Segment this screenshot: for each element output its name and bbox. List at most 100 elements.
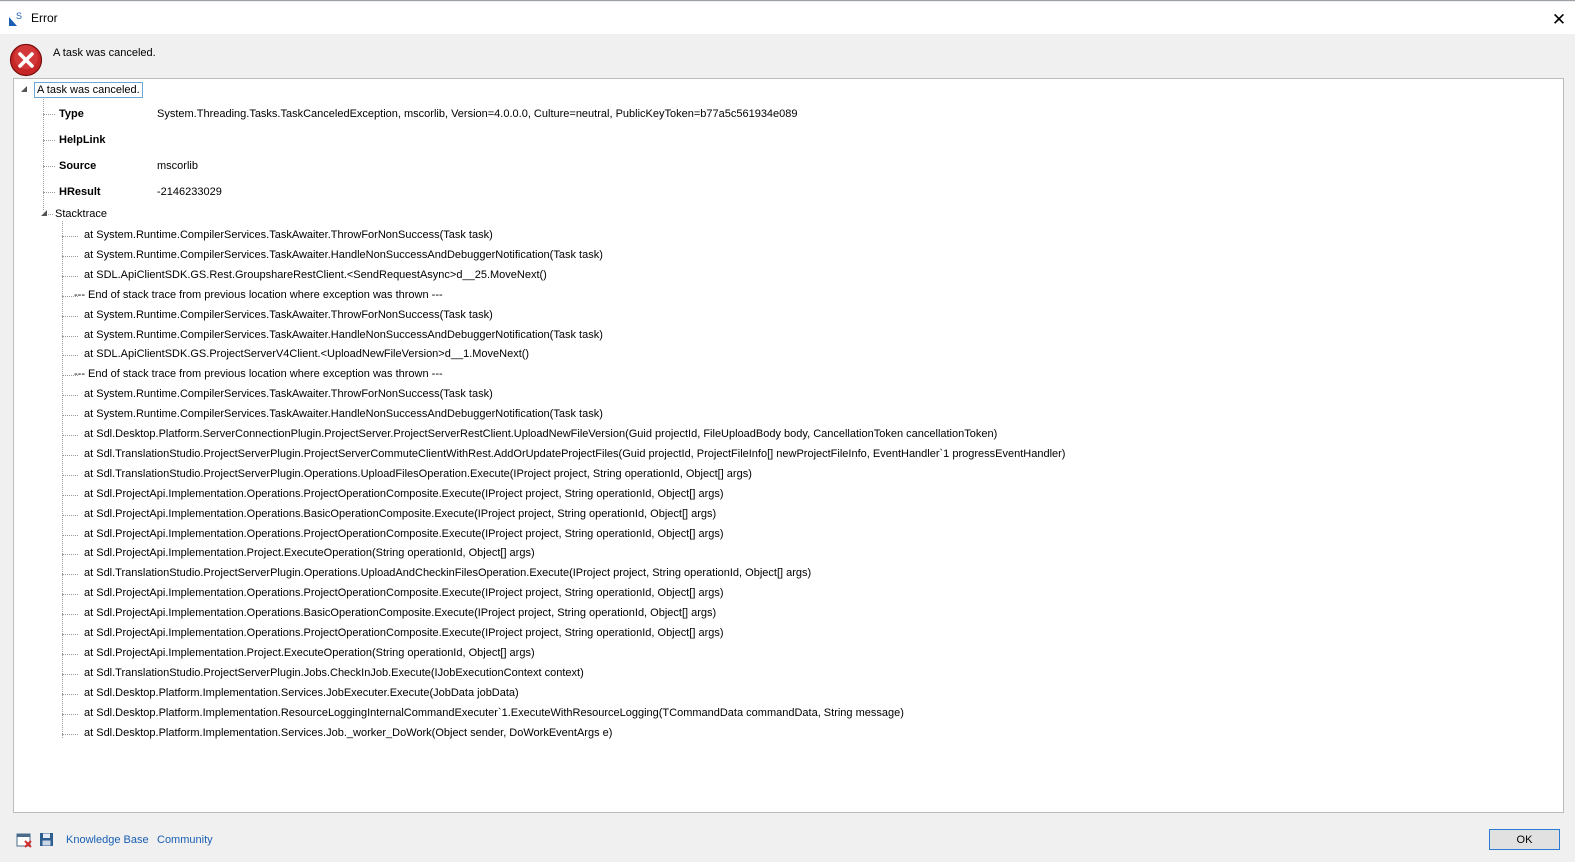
tree-connector <box>62 713 78 715</box>
stacktrace-line-text: at Sdl.Desktop.Platform.Implementation.S… <box>84 726 613 739</box>
stacktrace-line-text: at SDL.ApiClientSDK.GS.Rest.GroupshareRe… <box>84 268 547 281</box>
tree-connector <box>62 255 78 257</box>
stacktrace-line[interactable]: at Sdl.TranslationStudio.ProjectServerPl… <box>14 465 1514 485</box>
stacktrace-line-text: at System.Runtime.CompilerServices.TaskA… <box>84 328 603 341</box>
stacktrace-line-text: at Sdl.ProjectApi.Implementation.Operati… <box>84 627 724 639</box>
stacktrace-line-text: at Sdl.ProjectApi.Implementation.Operati… <box>84 587 724 600</box>
property-name-helplink: HelpLink <box>59 134 106 146</box>
stacktrace-line[interactable]: at Sdl.ProjectApi.Implementation.Operati… <box>14 584 1514 604</box>
property-name-hresult: HResult <box>59 186 101 198</box>
tree-connector <box>62 614 78 616</box>
property-name-source: Source <box>59 160 97 172</box>
tree-connector <box>62 435 78 436</box>
stacktrace-line-text: at Sdl.TranslationStudio.ProjectServerPl… <box>84 567 812 580</box>
save-icon[interactable] <box>39 832 54 847</box>
stacktrace-line[interactable]: at SDL.ApiClientSDK.GS.Rest.GroupshareRe… <box>14 266 1514 286</box>
tree-connector <box>43 99 44 210</box>
window-title: Error <box>31 11 58 25</box>
stacktrace-line-text: --- End of stack trace from previous loc… <box>74 288 443 301</box>
stacktrace-line[interactable]: at Sdl.ProjectApi.Implementation.Operati… <box>14 525 1514 545</box>
stacktrace-line-text: at Sdl.ProjectApi.Implementation.Operati… <box>84 607 717 620</box>
stacktrace-line-text: --- End of stack trace from previous loc… <box>74 368 443 381</box>
stacktrace-line[interactable]: at Sdl.ProjectApi.Implementation.Project… <box>14 544 1514 564</box>
stacktrace-line[interactable]: at Sdl.Desktop.Platform.Implementation.S… <box>14 724 1514 744</box>
stacktrace-line[interactable]: at System.Runtime.CompilerServices.TaskA… <box>14 226 1514 246</box>
tree-connector <box>62 733 78 735</box>
property-value-type: System.Threading.Tasks.TaskCanceledExcep… <box>157 108 798 120</box>
tree-connector <box>62 673 78 675</box>
stacktrace-line[interactable]: at Sdl.ProjectApi.Implementation.Operati… <box>14 485 1514 505</box>
stacktrace-line[interactable]: at Sdl.Desktop.Platform.Implementation.S… <box>14 684 1514 704</box>
community-link[interactable]: Community <box>157 834 213 846</box>
svg-text:S: S <box>16 11 22 21</box>
tree-connector <box>62 335 78 337</box>
tree-connector <box>62 395 78 397</box>
tree-connector <box>62 474 78 476</box>
collapse-arrow-icon[interactable] <box>21 86 28 93</box>
stacktrace-line-text: at SDL.ApiClientSDK.GS.ProjectServerV4Cl… <box>84 348 530 361</box>
tree-connector <box>48 214 53 215</box>
stacktrace-line[interactable]: at Sdl.ProjectApi.Implementation.Operati… <box>14 624 1514 644</box>
stacktrace-line[interactable]: at System.Runtime.CompilerServices.TaskA… <box>14 405 1514 425</box>
tree-connector <box>62 653 78 655</box>
stacktrace-line-text: at System.Runtime.CompilerServices.TaskA… <box>84 229 493 241</box>
tree-connector <box>62 315 78 317</box>
stacktrace-line-text: at Sdl.ProjectApi.Implementation.Operati… <box>84 527 724 540</box>
tree-connector <box>62 355 78 357</box>
stacktrace-line[interactable]: at Sdl.TranslationStudio.ProjectServerPl… <box>14 445 1514 465</box>
property-value-hresult: -2146233029 <box>157 186 222 198</box>
stacktrace-line-text: at Sdl.ProjectApi.Implementation.Project… <box>84 547 535 560</box>
stacktrace-node[interactable]: Stacktrace <box>55 208 107 220</box>
stacktrace-line-text: at System.Runtime.CompilerServices.TaskA… <box>84 408 603 421</box>
tree-connector <box>62 554 78 556</box>
tree-connector <box>43 114 55 115</box>
stacktrace-line[interactable]: at Sdl.Desktop.Platform.ServerConnection… <box>14 425 1514 445</box>
stacktrace-line[interactable]: at Sdl.ProjectApi.Implementation.Operati… <box>14 604 1514 624</box>
stacktrace-line[interactable]: at Sdl.ProjectApi.Implementation.Project… <box>14 644 1514 664</box>
tree-connector <box>43 192 55 193</box>
tree-connector <box>62 693 78 695</box>
property-name-type: Type <box>59 108 84 120</box>
stacktrace-line-text: at Sdl.TranslationStudio.ProjectServerPl… <box>84 447 1066 460</box>
title-bar: S Error ✕ <box>0 2 1575 34</box>
stacktrace-line[interactable]: at SDL.ApiClientSDK.GS.ProjectServerV4Cl… <box>14 345 1514 365</box>
tree-connector <box>62 236 78 237</box>
stacktrace-line-text: at Sdl.TranslationStudio.ProjectServerPl… <box>84 666 584 679</box>
stacktrace-line[interactable]: at Sdl.ProjectApi.Implementation.Operati… <box>14 505 1514 525</box>
stacktrace-line[interactable]: at System.Runtime.CompilerServices.TaskA… <box>14 306 1514 326</box>
error-message: A task was canceled. <box>53 47 156 59</box>
stacktrace-line-text: at System.Runtime.CompilerServices.TaskA… <box>84 248 603 261</box>
tree-connector <box>62 494 78 496</box>
close-button[interactable]: ✕ <box>1548 9 1570 31</box>
tree-connector <box>62 514 78 516</box>
stacktrace-line-text: at Sdl.ProjectApi.Implementation.Project… <box>84 646 535 659</box>
collapse-arrow-icon[interactable] <box>41 210 48 217</box>
tree-connector <box>43 166 55 167</box>
stacktrace-line-text: at System.Runtime.CompilerServices.TaskA… <box>84 308 493 321</box>
stacktrace-line-text: at Sdl.Desktop.Platform.ServerConnection… <box>84 428 998 440</box>
stacktrace-line-text: at Sdl.Desktop.Platform.Implementation.S… <box>84 686 519 699</box>
tree-root-node[interactable]: A task was canceled. <box>34 82 143 98</box>
stacktrace-line[interactable]: --- End of stack trace from previous loc… <box>14 365 1514 385</box>
stacktrace-line[interactable]: --- End of stack trace from previous loc… <box>14 286 1514 306</box>
stacktrace-line[interactable]: at Sdl.TranslationStudio.ProjectServerPl… <box>14 564 1514 584</box>
tree-connector <box>62 534 78 536</box>
ok-button[interactable]: OK <box>1489 829 1560 850</box>
tree-connector <box>62 594 78 596</box>
stacktrace-line[interactable]: at Sdl.TranslationStudio.ProjectServerPl… <box>14 664 1514 684</box>
stacktrace-line[interactable]: at System.Runtime.CompilerServices.TaskA… <box>14 246 1514 266</box>
stacktrace-line-text: at Sdl.ProjectApi.Implementation.Operati… <box>84 487 724 500</box>
report-icon[interactable] <box>16 832 33 848</box>
stacktrace-line[interactable]: at System.Runtime.CompilerServices.TaskA… <box>14 385 1514 405</box>
property-value-source: mscorlib <box>157 160 198 172</box>
tree-connector <box>62 275 78 277</box>
exception-tree[interactable]: A task was canceled. Type System.Threadi… <box>13 78 1564 813</box>
knowledge-base-link[interactable]: Knowledge Base <box>66 834 149 846</box>
tree-connector <box>62 415 78 417</box>
tree-connector <box>43 140 55 141</box>
stacktrace-line[interactable]: at Sdl.Desktop.Platform.Implementation.R… <box>14 704 1514 724</box>
stacktrace-line-text: at System.Runtime.CompilerServices.TaskA… <box>84 388 493 401</box>
stacktrace-line-text: at Sdl.Desktop.Platform.Implementation.R… <box>84 706 904 719</box>
window-top-border <box>0 0 1575 1</box>
stacktrace-line[interactable]: at System.Runtime.CompilerServices.TaskA… <box>14 326 1514 346</box>
